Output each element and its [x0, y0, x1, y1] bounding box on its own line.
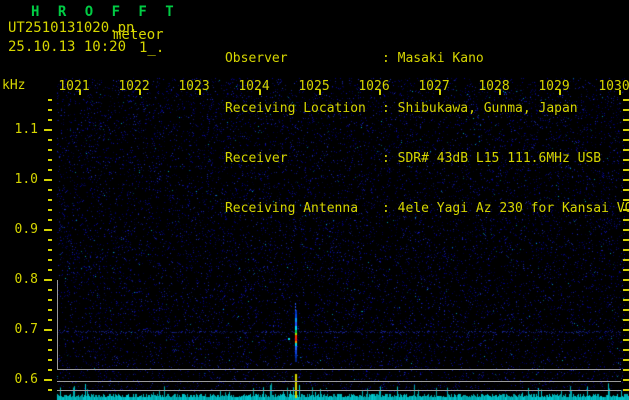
- level-band-line-2: [57, 390, 621, 391]
- detection-window-left-border: [57, 280, 58, 369]
- level-band-lines-layer: [0, 0, 629, 400]
- hrofft-window: H R O F F T UT2510131020.pn meteor 25.10…: [0, 0, 629, 400]
- level-band-line-1: [57, 381, 621, 382]
- level-band-line-0: [57, 369, 621, 370]
